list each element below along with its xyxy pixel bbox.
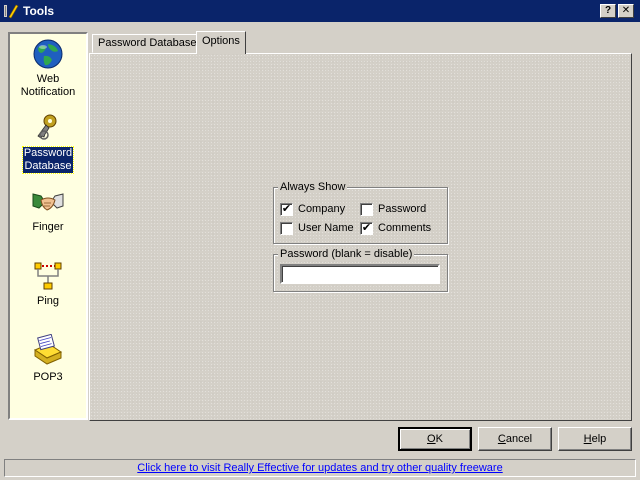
cancel-hotkey: C [497, 433, 506, 445]
password-group-title: Password (blank = disable) [278, 248, 415, 260]
sidebar-item-label: Password Database [21, 146, 75, 174]
comments-checkbox[interactable]: ✔ [360, 222, 373, 235]
password-checkbox[interactable] [360, 203, 373, 216]
website-link[interactable]: Click here to visit Really Effective for… [137, 462, 502, 474]
tab-password-database[interactable]: Password Database [92, 34, 203, 53]
sidebar-item-label: Finger [32, 221, 64, 233]
sidebar-item-password-database[interactable]: Password Database [10, 112, 86, 174]
company-checkbox[interactable]: ✔ [280, 203, 293, 216]
sidebar-item-label: Web Notification [20, 73, 76, 98]
help-label: elp [591, 433, 607, 445]
tools-icon [3, 3, 19, 19]
status-bar: Click here to visit Really Effective for… [4, 459, 636, 477]
key-icon [37, 114, 57, 140]
comments-checkbox-label[interactable]: Comments [378, 222, 431, 235]
mail-icon [33, 334, 63, 365]
sidebar-item-finger[interactable]: Finger [10, 186, 86, 234]
cancel-button[interactable]: Cancel [478, 427, 552, 451]
user-name-checkbox-label[interactable]: User Name [298, 222, 354, 235]
cancel-label: ancel [505, 433, 533, 445]
title-bar[interactable] [0, 0, 640, 22]
always-show-title: Always Show [278, 181, 348, 193]
help-button[interactable]: Help [558, 427, 632, 451]
user-name-checkbox[interactable] [280, 222, 293, 235]
tool-sidebar: Web Notification Password Database Finger [8, 32, 88, 420]
help-hotkey: H [583, 433, 592, 445]
company-checkbox-label[interactable]: Company [298, 203, 345, 216]
sidebar-item-web-notification[interactable]: Web Notification [10, 38, 86, 99]
help-caption-button[interactable]: ? [600, 4, 616, 18]
password-field[interactable] [280, 264, 440, 284]
ok-button[interactable]: OK [398, 427, 472, 451]
handshake-icon [32, 193, 64, 211]
password-checkbox-label[interactable]: Password [378, 203, 426, 216]
sidebar-item-label: Ping [36, 295, 60, 307]
close-icon[interactable]: ✕ [618, 4, 634, 18]
sidebar-item-pop3[interactable]: POP3 [10, 334, 86, 384]
globe-icon [33, 39, 63, 69]
network-icon [34, 262, 62, 290]
ok-hotkey: O [427, 433, 436, 445]
window-title: Tools [23, 4, 55, 18]
tab-options[interactable]: Options [196, 31, 246, 54]
sidebar-item-label: POP3 [33, 371, 63, 383]
sidebar-item-ping[interactable]: Ping [10, 260, 86, 308]
ok-label: K [435, 433, 443, 445]
